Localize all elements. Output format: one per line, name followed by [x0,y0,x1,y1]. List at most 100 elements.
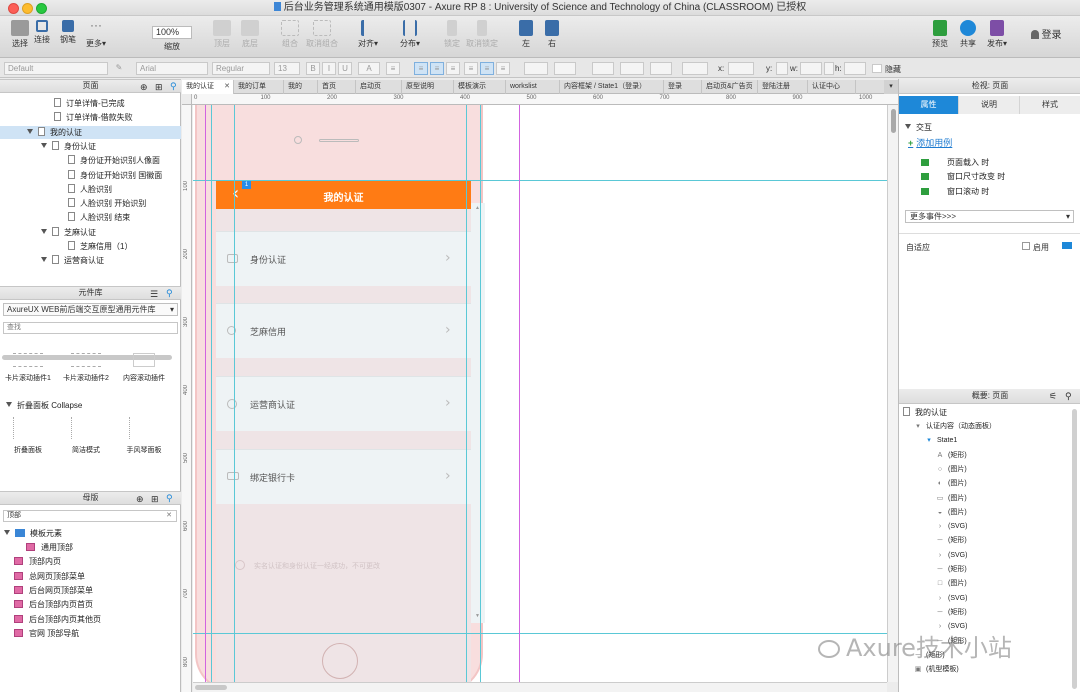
master-item[interactable]: 后台顶部内页首页 [14,598,93,611]
outline-search-icon[interactable]: ⚲ [1065,389,1072,403]
fill-color-button[interactable] [524,62,548,75]
outline-item[interactable]: ─ (矩形) [936,534,967,548]
guide-line[interactable] [211,105,212,682]
page-guide[interactable] [519,105,520,682]
master-item[interactable]: 后台顶部内页其他页 [14,613,101,626]
expand-triangle-icon[interactable] [41,228,47,234]
page-tab[interactable]: 登陆注册 [758,80,808,94]
page-tab[interactable]: 登录 [664,80,702,94]
outline-item[interactable]: ─ (矩形) [936,563,967,577]
outline-root-page[interactable]: 我的认证 [903,406,947,419]
adaptive-enable-checkbox[interactable] [1022,242,1030,250]
master-item[interactable]: 后台网页顶部菜单 [14,584,93,597]
page-item[interactable]: 身份认证 [0,140,181,153]
outline-item[interactable]: ▾ 认证内容（动态面板） [914,420,996,434]
zoom-select[interactable]: 100% [152,26,192,39]
line-color-button[interactable] [592,62,614,75]
outline-item[interactable]: › (SVG) [936,549,968,563]
bold-button[interactable]: B [306,62,320,75]
align-top-button[interactable]: ≡ [464,62,478,75]
page-item[interactable]: 订单详情-借款失败 [0,111,181,124]
page-item[interactable]: 身份证开始识别 国徽面 [0,169,181,182]
tab-notes[interactable]: 说明 [959,96,1020,114]
menu-item-carrier[interactable]: 运营商认证 › [216,376,471,431]
page-item[interactable]: 人脸识别 [0,183,181,196]
bullet-button[interactable]: ≡ [386,62,400,75]
bring-to-front-button[interactable]: 顶层 [210,18,234,49]
outline-item[interactable]: ○ (图片) [936,463,967,477]
align-right-button[interactable]: ≡ [446,62,460,75]
x-input[interactable] [728,62,754,75]
outline-item[interactable]: ▣ (机型模板) [914,663,959,677]
add-master-icon[interactable]: ⊕ [136,493,144,505]
page-guide[interactable] [205,105,206,682]
font-select[interactable]: Arial [136,62,208,75]
unlock-button[interactable]: 取消锁定 [466,18,498,49]
master-item[interactable]: 官网 顶部导航 [14,627,79,640]
page-tab[interactable]: 模板演示 [454,80,506,94]
tab-properties[interactable]: 属性 [899,96,959,114]
height-input[interactable] [844,62,866,75]
connect-tool-button[interactable]: 连接 [30,18,54,45]
library-menu-icon[interactable]: ☰ [150,288,158,300]
page-tab[interactable]: 启动页&广告页 [702,80,758,94]
hidden-checkbox[interactable] [872,64,882,73]
zoom-control[interactable]: 100% 缩放 [152,18,192,52]
page-item[interactable]: 人脸识别 结束 [0,211,181,224]
more-events-select[interactable]: 更多事件>>> ▾ [905,210,1074,223]
font-size-select[interactable]: 13 [274,62,300,75]
scroll-thumb[interactable] [195,685,227,690]
filter-icon[interactable]: ⚟ [1049,389,1057,403]
text-color-button[interactable]: A [358,62,380,75]
library-search-icon[interactable]: ⚲ [166,287,173,299]
canvas-vertical-scrollbar[interactable] [887,105,898,682]
underline-button[interactable]: U [338,62,352,75]
widget-accordion[interactable]: 手风琴面板 [116,417,172,455]
expand-triangle-icon[interactable] [41,257,47,263]
outline-item[interactable]: ▭ (图片) [936,492,967,506]
menu-item-bank-card[interactable]: 绑定银行卡 › [216,449,471,504]
line-style-button[interactable] [650,62,672,75]
guide-line[interactable] [480,105,481,682]
align-button[interactable]: 对齐▾ [354,18,382,49]
page-item[interactable]: 运营商认证 [0,254,181,267]
page-tab[interactable]: 首页 [318,80,356,94]
group-button[interactable]: 组合 [278,18,302,49]
shadow-button[interactable] [554,62,576,75]
outline-item[interactable]: › (SVG) [936,520,968,534]
style-select[interactable]: Default [4,62,108,75]
master-item[interactable]: 顶部内页 [14,555,61,568]
event-window-scroll[interactable]: 窗口滚动 时 [921,186,989,197]
page-item[interactable]: 芝麻认证 [0,226,181,239]
distribute-button[interactable]: 分布▾ [396,18,424,49]
width-input[interactable] [800,62,822,75]
guide-line[interactable] [193,180,887,181]
align-bottom-button[interactable]: ≡ [496,62,510,75]
canvas-horizontal-scrollbar[interactable] [193,682,887,692]
expand-triangle-icon[interactable] [27,128,33,134]
page-item[interactable]: 我的认证 [0,125,181,139]
page-tab[interactable]: 原型说明 [402,80,454,94]
outline-item[interactable]: ▾ State1 [925,434,957,448]
italic-button[interactable]: I [322,62,336,75]
outline-scrollbar[interactable] [1072,409,1077,689]
widget-card-scroll-1[interactable]: 卡片滚动插件1 [0,353,56,383]
interaction-section[interactable]: 交互 [905,121,932,134]
arrow-style-button[interactable] [682,62,708,75]
tabs-overflow-icon[interactable]: ▾ [884,80,898,94]
widget-content-scroll[interactable]: 内容滚动插件 [116,353,172,383]
widget-simple-mode[interactable]: 简洁模式 [58,417,114,455]
page-tab[interactable]: 我的 [284,80,318,94]
widget-collapse-panel[interactable]: 折叠面板 [0,417,56,455]
clear-search-icon[interactable]: ✕ [166,511,172,521]
adaptive-settings-icon[interactable] [1062,242,1072,249]
send-to-back-button[interactable]: 底层 [238,18,262,49]
left-panel-toggle[interactable]: 左 [516,18,536,49]
ungroup-button[interactable]: 取消组合 [306,18,338,49]
guide-line[interactable] [466,105,467,682]
lock-ratio-button[interactable] [824,62,834,75]
scroll-thumb[interactable] [891,109,896,133]
more-tools-button[interactable]: ··· 更多▾ [82,18,110,49]
tab-style[interactable]: 样式 [1020,96,1080,114]
page-item[interactable]: 订单详情-已完成 [0,97,181,110]
